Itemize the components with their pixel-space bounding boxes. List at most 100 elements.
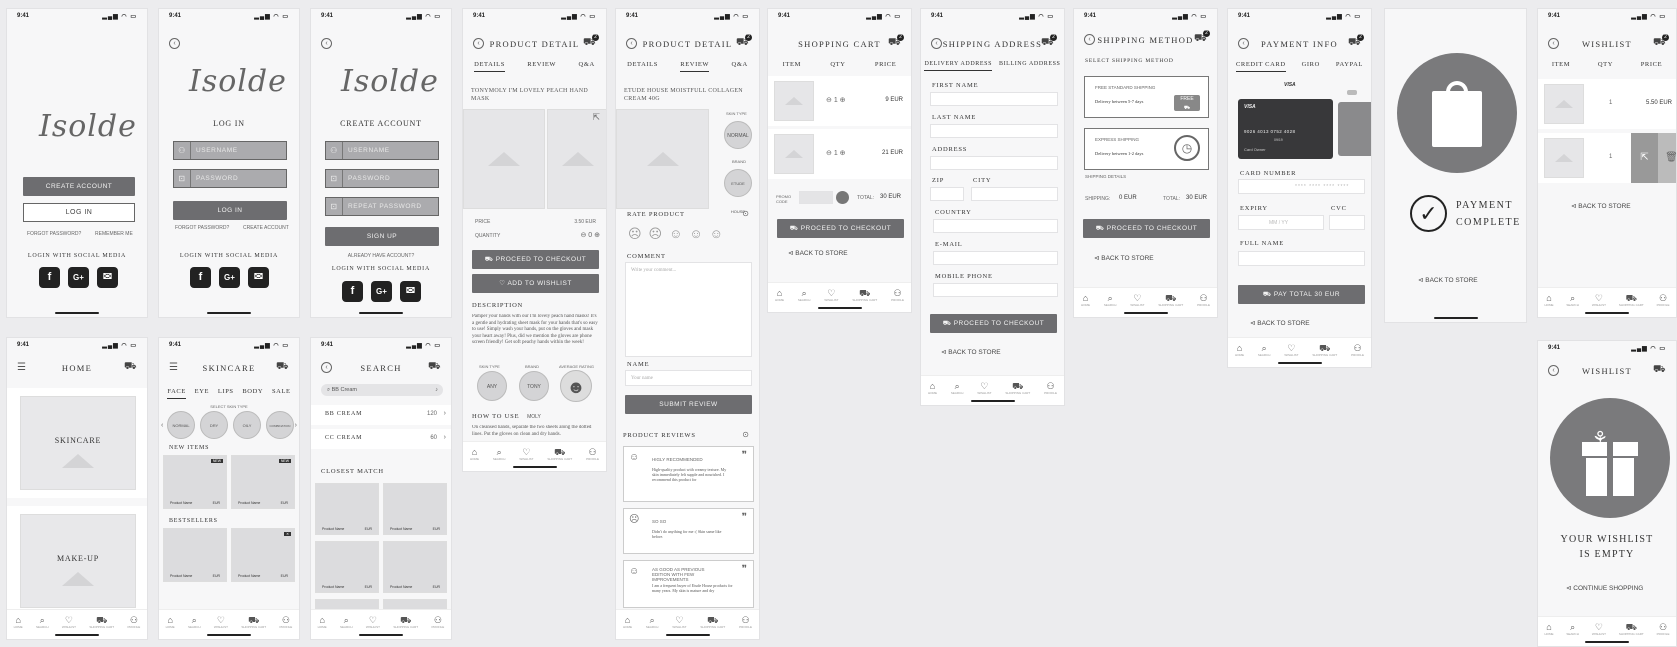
product-card[interactable]: Product Name EUR: [383, 541, 447, 593]
facebook-icon[interactable]: f: [190, 267, 211, 288]
add-wishlist-button[interactable]: ♡ ADD TO WISHLIST: [472, 274, 599, 293]
tab-lips[interactable]: LIPS: [218, 388, 234, 399]
cart-icon[interactable]: ⛟: [276, 361, 290, 373]
skin-type-normal[interactable]: NORMAL: [167, 411, 195, 439]
cart-icon[interactable]: ⛟ 2: [736, 34, 752, 49]
username-field[interactable]: ⚇ USERNAME: [325, 141, 439, 160]
back-to-store-link[interactable]: ⊲ BACK TO STORE: [941, 348, 1001, 356]
nav-profile[interactable]: ⚇ PROFILE: [1044, 381, 1057, 405]
city-field[interactable]: [971, 187, 1058, 201]
search-result-row[interactable]: CC CREAM 60 ›: [311, 429, 451, 449]
nav-search[interactable]: ⌕ SEARCH: [36, 615, 49, 639]
login-button[interactable]: LOG IN: [23, 203, 135, 222]
create-account-link[interactable]: CREATE ACCOUNT: [243, 225, 289, 231]
credit-card-next[interactable]: [1338, 102, 1371, 156]
create-account-button[interactable]: CREATE ACCOUNT: [23, 177, 135, 196]
tab-review[interactable]: REVIEW: [680, 61, 710, 72]
signup-button[interactable]: SIGN UP: [325, 227, 439, 246]
cart-icon[interactable]: ⛟: [428, 361, 442, 373]
forgot-password-link[interactable]: FORGOT PASSWORD?: [27, 231, 81, 237]
expiry-field[interactable]: MM / YY: [1238, 215, 1324, 230]
nav-profile[interactable]: ⚇ PROFILE: [739, 615, 752, 639]
nav-search[interactable]: ⌕ SEARCH: [951, 381, 964, 405]
collapse-icon[interactable]: ⊙: [742, 430, 749, 439]
back-to-store-link[interactable]: ⊲ BACK TO STORE: [788, 249, 848, 257]
nav-profile[interactable]: ⚇ PROFILE: [431, 615, 444, 639]
full-name-field[interactable]: [1238, 251, 1365, 266]
google-plus-icon[interactable]: G+: [68, 267, 89, 288]
nav-profile[interactable]: ⚇ PROFILE: [279, 615, 292, 639]
cart-icon[interactable]: ⛟ 2: [1194, 30, 1210, 45]
already-have-account-link[interactable]: ALREADY HAVE ACCOUNT?: [311, 253, 451, 259]
cart-icon[interactable]: ⛟: [1653, 364, 1667, 376]
google-plus-icon[interactable]: G+: [371, 281, 392, 302]
proceed-checkout-button[interactable]: ⛟ PROCEED TO CHECKOUT: [472, 250, 599, 269]
last-name-field[interactable]: [930, 124, 1058, 138]
email-icon[interactable]: ✉: [400, 281, 421, 302]
tab-giro[interactable]: GIRO: [1302, 61, 1320, 72]
mic-icon[interactable]: ♪: [435, 384, 438, 396]
back-to-store-link[interactable]: ⊲ BACK TO STORE: [1571, 202, 1631, 210]
cart-icon[interactable]: ⛟ 2: [1041, 34, 1057, 49]
comment-field[interactable]: Write your comment...: [625, 262, 752, 357]
nav-search[interactable]: ⌕ SEARCH: [646, 615, 659, 639]
back-to-store-link[interactable]: ⊲ BACK TO STORE: [1418, 276, 1478, 284]
skin-type-combination[interactable]: COMBINATION: [266, 411, 294, 439]
cart-icon[interactable]: ⛟: [124, 361, 138, 373]
email-icon[interactable]: ✉: [248, 267, 269, 288]
tab-review[interactable]: REVIEW: [527, 61, 556, 72]
password-field[interactable]: ⊡ PASSWORD: [173, 169, 287, 188]
username-field[interactable]: ⚇ USERNAME: [173, 141, 287, 160]
tab-billing[interactable]: BILLING ADDRESS: [999, 61, 1061, 71]
nav-profile[interactable]: ⚇ PROFILE: [1197, 293, 1210, 317]
product-card[interactable]: Product Name EUR: [163, 528, 227, 582]
email-field[interactable]: [933, 251, 1058, 265]
nav-profile[interactable]: ⚇ PROFILE: [1657, 622, 1670, 646]
nav-search[interactable]: ⌕ SEARCH: [1258, 343, 1271, 367]
quantity-stepper[interactable]: ⊖ 0 ⊕: [580, 231, 600, 239]
express-shipping-option[interactable]: EXPRESS SHIPPING Delivery between 1-2 da…: [1084, 128, 1209, 170]
tab-eye[interactable]: EYE: [195, 388, 209, 399]
nav-home[interactable]: ⌂ HOME: [470, 447, 479, 471]
nav-home[interactable]: ⌂ HOME: [318, 615, 327, 639]
pay-total-button[interactable]: ⛟ PAY TOTAL 30 EUR: [1238, 285, 1365, 304]
remember-me[interactable]: REMEMBER ME: [95, 231, 133, 237]
mobile-phone-field[interactable]: [933, 283, 1058, 297]
card-number-field[interactable]: **** **** **** ****: [1238, 179, 1365, 194]
share-action[interactable]: ⇱: [1631, 133, 1658, 183]
tab-face[interactable]: FACE: [167, 388, 186, 399]
category-card-makeup[interactable]: MAKE-UP: [7, 506, 147, 616]
nav-home[interactable]: ⌂ HOME: [166, 615, 175, 639]
product-card[interactable]: NEW Product Name EUR: [231, 455, 295, 509]
google-plus-icon[interactable]: G+: [219, 267, 240, 288]
collapse-icon[interactable]: ⊙: [742, 209, 749, 218]
proceed-checkout-button[interactable]: ⛟ PROCEED TO CHECKOUT: [777, 219, 904, 238]
tab-qa[interactable]: Q&A: [732, 61, 748, 72]
cvc-field[interactable]: [1329, 215, 1365, 230]
nav-home[interactable]: ⌂ HOME: [775, 288, 784, 312]
nav-home[interactable]: ⌂ HOME: [1544, 293, 1553, 317]
nav-search[interactable]: ⌕ SEARCH: [1566, 293, 1579, 317]
name-field[interactable]: Your name: [625, 370, 752, 386]
continue-shopping-link[interactable]: ⊲ CONTINUE SHOPPING: [1566, 584, 1643, 592]
nav-search[interactable]: ⌕ SEARCH: [1104, 293, 1117, 317]
tab-sale[interactable]: SALE: [272, 388, 291, 399]
cart-icon[interactable]: ⛟ 2: [1348, 34, 1364, 49]
country-field[interactable]: [933, 219, 1058, 233]
back-to-store-link[interactable]: ⊲ BACK TO STORE: [1250, 319, 1310, 327]
tab-body[interactable]: BODY: [242, 388, 263, 399]
first-name-field[interactable]: [930, 92, 1058, 106]
tab-paypal[interactable]: PAYPAL: [1336, 61, 1363, 72]
proceed-checkout-button[interactable]: ⛟ PROCEED TO CHECKOUT: [1083, 219, 1210, 238]
tab-details[interactable]: DETAILS: [474, 61, 505, 72]
nav-search[interactable]: ⌕ SEARCH: [188, 615, 201, 639]
nav-home[interactable]: ⌂ HOME: [928, 381, 937, 405]
nav-home[interactable]: ⌂ HOME: [623, 615, 632, 639]
quantity-stepper[interactable]: ⊖ 1 ⊕: [826, 96, 846, 104]
product-card[interactable]: ✕ Product Name EUR: [231, 528, 295, 582]
share-icon[interactable]: ⇱: [592, 112, 600, 123]
login-submit-button[interactable]: LOG IN: [173, 201, 287, 220]
product-card[interactable]: Product Name EUR: [383, 483, 447, 535]
back-to-store-link[interactable]: ⊲ BACK TO STORE: [1094, 254, 1154, 262]
address-field[interactable]: [930, 156, 1058, 170]
